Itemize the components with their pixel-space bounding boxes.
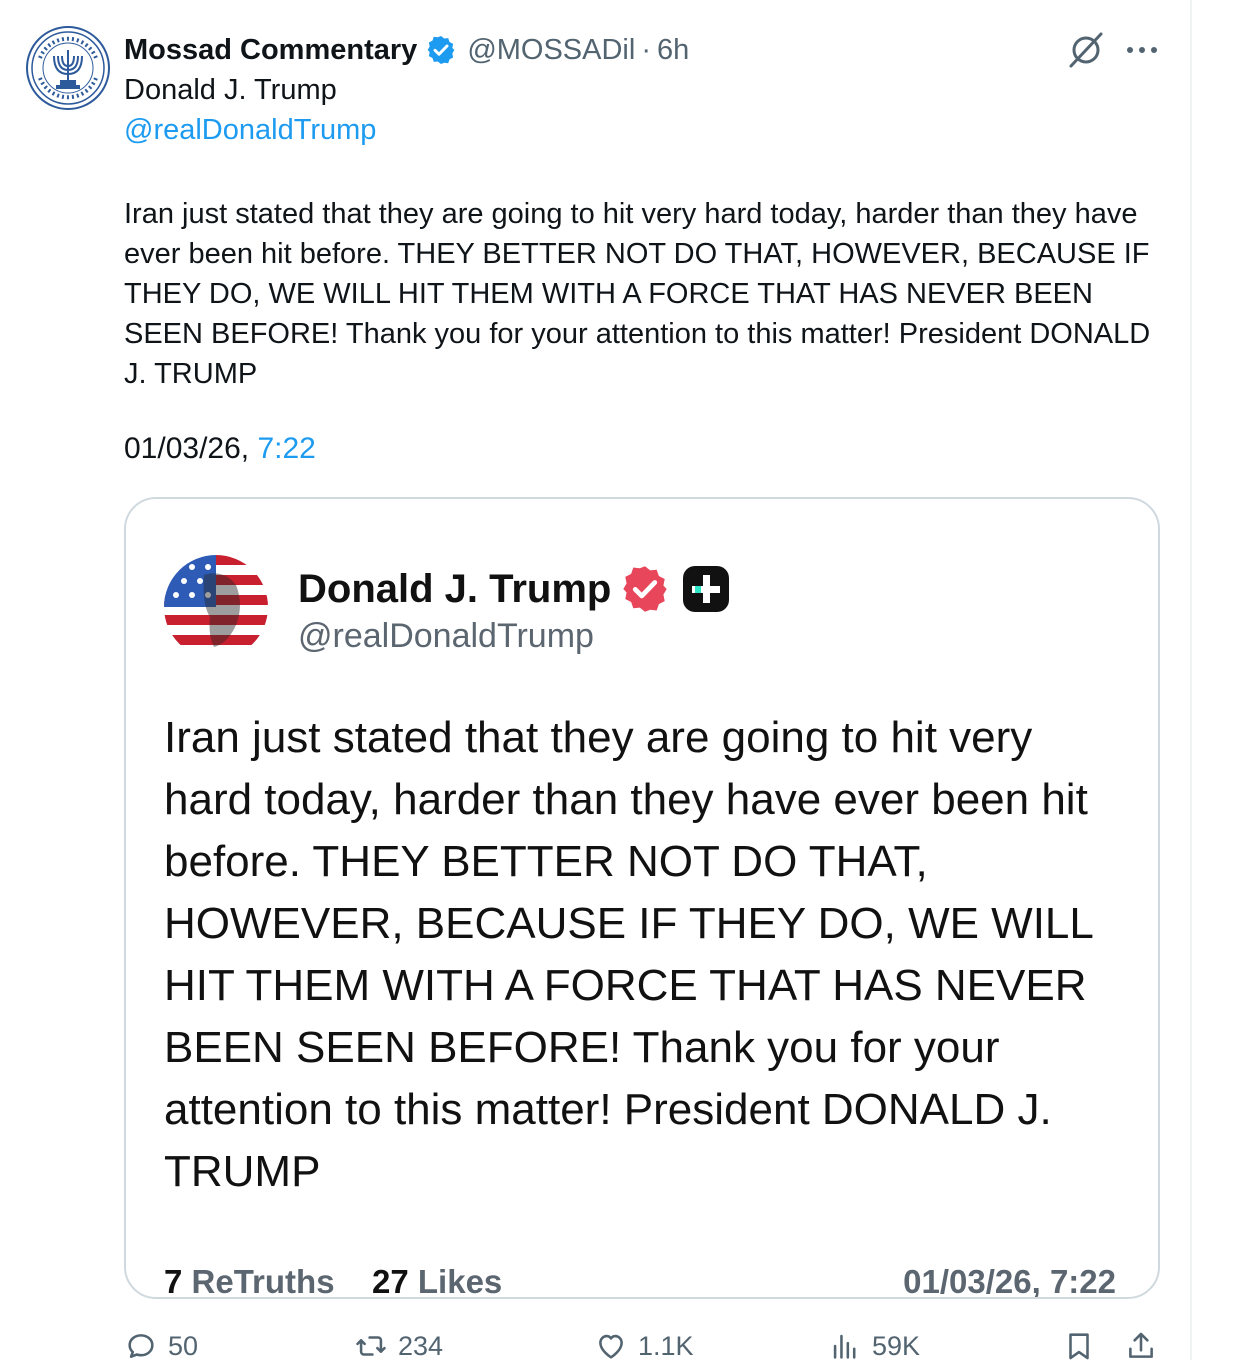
avatar[interactable] xyxy=(26,26,110,110)
views-count: 59K xyxy=(872,1330,921,1361)
author-handle[interactable]: @MOSSADil xyxy=(467,34,635,67)
timestamp-time[interactable]: 7:22 xyxy=(257,432,315,465)
share-icon xyxy=(1129,1332,1153,1358)
author-name[interactable]: Mossad Commentary xyxy=(124,34,417,67)
bookmark-icon xyxy=(1069,1333,1089,1360)
post-header: Mossad Commentary @MOSSADil · 6h xyxy=(124,28,689,72)
card-author-handle: @realDonaldTrump xyxy=(298,617,594,655)
separator-dot: · xyxy=(641,33,651,66)
more-icon[interactable] xyxy=(1124,44,1160,56)
card-avatar xyxy=(164,555,268,659)
heart-icon xyxy=(599,1334,623,1359)
mossad-emblem-icon xyxy=(31,31,105,105)
likes-number: 27 xyxy=(372,1263,409,1299)
likes-label: Likes xyxy=(417,1263,503,1299)
quoted-author-name: Donald J. Trump xyxy=(124,74,337,106)
like-button[interactable]: 1.1K xyxy=(594,1326,694,1366)
mention-link[interactable]: @realDonaldTrump xyxy=(124,114,376,147)
post-time[interactable]: 6h xyxy=(657,34,689,67)
verified-badge-icon xyxy=(427,36,455,64)
reply-button[interactable]: 50 xyxy=(124,1326,198,1366)
views-button[interactable]: 59K xyxy=(828,1326,920,1366)
share-button[interactable] xyxy=(1124,1326,1168,1366)
post-timestamp: 01/03/26, 7:22 xyxy=(124,432,316,466)
retruths-label: ReTruths xyxy=(191,1263,335,1299)
retruths-number: 7 xyxy=(164,1263,183,1299)
likes-count: 27 Likes xyxy=(372,1263,503,1299)
reply-icon xyxy=(128,1334,154,1358)
repost-count: 234 xyxy=(398,1330,444,1361)
reply-count: 50 xyxy=(168,1330,199,1361)
truth-social-screenshot[interactable]: Donald J. Trump @realDonaldTrump Iran ju… xyxy=(124,497,1160,1299)
like-count: 1.1K xyxy=(638,1330,694,1361)
repost-icon xyxy=(356,1336,386,1356)
views-icon xyxy=(833,1334,856,1359)
verified-badge-icon xyxy=(623,566,668,612)
repost-button[interactable]: 234 xyxy=(354,1326,443,1366)
grok-icon[interactable] xyxy=(1066,30,1106,70)
bookmark-button[interactable] xyxy=(1062,1326,1106,1366)
card-author-name: Donald J. Trump xyxy=(298,566,612,611)
flag-portrait-icon xyxy=(164,555,268,659)
plus-badge-icon xyxy=(683,566,730,612)
card-timestamp: 01/03/26, 7:22 xyxy=(903,1263,1116,1299)
post-body: Iran just stated that they are going to … xyxy=(124,198,1151,390)
card-header: Donald J. Trump xyxy=(298,563,731,615)
timestamp-date: 01/03/26, xyxy=(124,432,258,465)
timeline-border xyxy=(1190,0,1192,1360)
retruths-count: 7 ReTruths xyxy=(164,1263,335,1299)
card-text: Iran just stated that they are going to … xyxy=(164,713,1093,1196)
